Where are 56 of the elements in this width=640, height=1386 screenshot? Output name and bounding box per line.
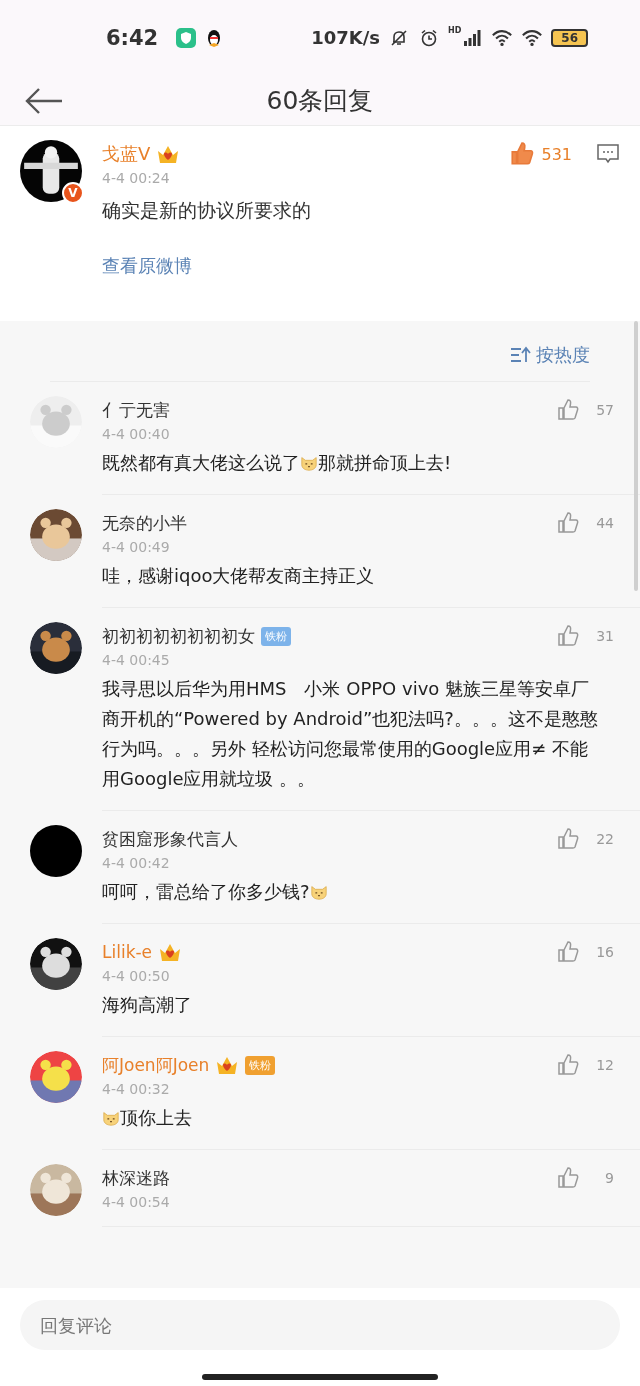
verified-badge: V <box>62 182 84 204</box>
like-count: 44 <box>595 515 614 531</box>
comment-text: 既然都有真大佬这么说了 <box>102 452 300 473</box>
status-time: 6:42 <box>106 25 159 50</box>
user-name[interactable]: 无奈的小半 <box>102 511 187 535</box>
comment-text: 我寻思以后华为用HMS 小米 OPPO vivo 魅族三星等安卓厂商开机的“Powered by Android”也犯法吗?。。。这不是憨憨行为吗。。。另外 轻松访问您最常使用的Google应用≠ 不能用Google应用就垃圾 。。 <box>102 678 598 789</box>
comment-text: 海狗高潮了 <box>102 994 192 1015</box>
user-name[interactable]: 贫困窟形象代言人 <box>102 827 238 851</box>
network-speed: 107K/s <box>311 27 380 48</box>
sort-icon <box>510 346 532 364</box>
comment-time: 4-4 00:54 <box>102 1194 171 1210</box>
fan-badge: 铁粉 <box>245 1055 276 1075</box>
user-name[interactable]: 林深迷路 <box>102 1166 170 1190</box>
comment-icon[interactable] <box>596 143 620 165</box>
wifi-icon <box>491 27 514 48</box>
comment-time: 4-4 00:40 <box>102 426 171 442</box>
thumbs-up-icon[interactable] <box>556 940 580 964</box>
comment-time: 4-4 00:32 <box>102 1081 171 1097</box>
fan-badge: 铁粉 <box>261 626 291 646</box>
thumbs-up-icon[interactable] <box>556 827 580 851</box>
comment-text: 顶你上去 <box>120 1107 192 1128</box>
thumbs-up-icon[interactable] <box>556 511 580 535</box>
comment-time: 4-4 00:50 <box>102 968 171 984</box>
thumbs-up-icon[interactable] <box>509 141 536 167</box>
shield-app-icon <box>176 27 197 48</box>
post-time: 4-4 00:24 <box>102 170 171 186</box>
comment-text: 哇，感谢iqoo大佬帮友商主持正义 <box>102 565 375 586</box>
comment-time: 4-4 00:49 <box>102 539 171 555</box>
thumbs-up-icon[interactable] <box>556 1166 580 1190</box>
comment-time: 4-4 00:42 <box>102 855 171 871</box>
like-count: 12 <box>595 1057 614 1073</box>
wifi-icon <box>521 27 544 48</box>
battery: 56 <box>551 28 588 47</box>
reply-field[interactable]: 回复评论 <box>20 1300 620 1350</box>
post-text: 确实是新的协议所要求的 <box>102 198 312 223</box>
like-count: 531 <box>541 144 572 164</box>
like-count: 16 <box>595 944 614 960</box>
user-name[interactable]: 亻亍无害 <box>102 398 170 422</box>
like-count: 9 <box>604 1170 614 1186</box>
like-count: 31 <box>595 628 614 644</box>
like-count: 22 <box>595 831 614 847</box>
avatar <box>30 825 82 877</box>
like-count: 57 <box>595 402 614 418</box>
sort-button[interactable]: 按热度 <box>510 341 590 369</box>
comment-text: 那就拼命顶上去! <box>318 452 452 473</box>
thumbs-up-icon[interactable] <box>556 624 580 648</box>
signal-icon <box>461 27 484 48</box>
comment-text: 呵呵，雷总给了你多少钱? <box>102 881 310 902</box>
comment-time: 4-4 00:45 <box>102 652 171 668</box>
view-original-link[interactable]: 查看原微博 <box>102 254 192 278</box>
hd-label: HD <box>447 26 462 35</box>
thumbs-up-icon[interactable] <box>556 1053 580 1077</box>
thumbs-up-icon[interactable] <box>556 398 580 422</box>
page-title: 60条回复 <box>266 84 374 117</box>
back-arrow-icon[interactable] <box>24 86 64 116</box>
user-name[interactable]: 初初初初初初初初女 <box>102 624 255 648</box>
